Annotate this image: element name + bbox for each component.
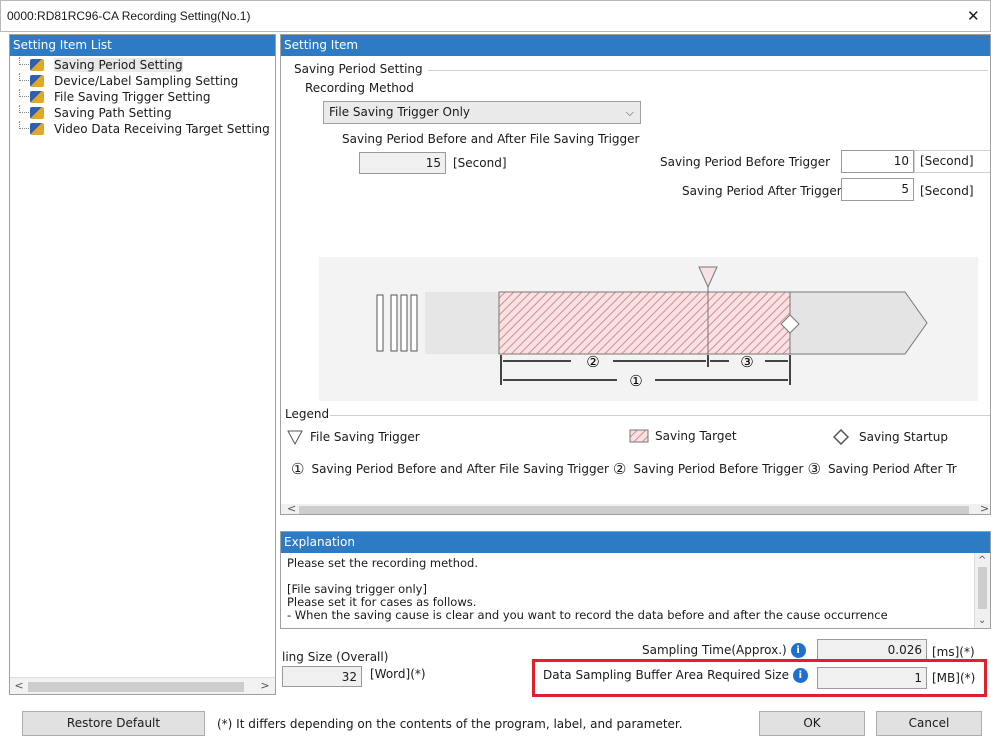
saving-period-diagram: ② ③ ①: [319, 257, 978, 401]
scroll-thumb[interactable]: [299, 506, 969, 514]
scroll-thumb[interactable]: [28, 682, 244, 692]
tree-item-device-label-sampling[interactable]: Device/Label Sampling Setting: [10, 73, 275, 89]
legend-numbered-row: ① Saving Period Before and After File Sa…: [291, 460, 957, 478]
period-before-after-label: Saving Period Before and After File Savi…: [342, 132, 640, 146]
scroll-left-icon[interactable]: <: [287, 502, 296, 514]
scroll-up-icon[interactable]: ^: [978, 555, 986, 566]
before-trigger-label: Saving Period Before Trigger: [660, 155, 831, 169]
restore-default-button[interactable]: Restore Default: [22, 711, 205, 736]
trigger-legend-icon: [287, 430, 303, 445]
sampling-size-field: 32: [282, 666, 362, 687]
after-trigger-unit: [Second]: [920, 184, 974, 198]
tree-item-video-data-receiving[interactable]: Video Data Receiving Target Setting: [10, 121, 275, 137]
cancel-button[interactable]: Cancel: [876, 711, 982, 736]
setting-icon: [30, 107, 44, 119]
setting-item-list-header: Setting Item List: [10, 35, 275, 56]
scroll-thumb[interactable]: [978, 567, 987, 609]
legend-2: ②: [612, 460, 627, 478]
setting-icon: [30, 75, 44, 87]
sampling-time-field: 0.026: [817, 639, 927, 661]
setting-icon: [30, 59, 44, 71]
explanation-panel: Explanation Please set the recording met…: [280, 531, 991, 629]
setting-tree: Saving Period Setting Device/Label Sampl…: [10, 57, 275, 137]
tree-item-file-saving-trigger[interactable]: File Saving Trigger Setting: [10, 89, 275, 105]
legend-title: Legend: [285, 407, 330, 421]
diagram-label-1: ①: [629, 372, 642, 390]
right-horizontal-scrollbar[interactable]: < >: [281, 502, 990, 514]
legend-saving-target: Saving Target: [629, 429, 737, 443]
recording-method-select[interactable]: File Saving Trigger Only ⌵: [323, 101, 641, 124]
explanation-header: Explanation: [281, 532, 990, 553]
saving-target-area: [498, 291, 791, 355]
after-trigger-label: Saving Period After Trigger: [682, 184, 842, 198]
title-bar: 0000:RD81RC96-CA Recording Setting(No.1)…: [0, 0, 991, 32]
recording-method-label: Recording Method: [305, 81, 414, 95]
group-divider: [428, 70, 988, 71]
legend-saving-startup: Saving Startup: [833, 429, 948, 445]
period-before-after-field: 15: [359, 152, 446, 174]
sampling-size-unit: [Word](*): [370, 667, 426, 681]
legend-1: ①: [291, 460, 305, 478]
diagram-label-2: ②: [586, 353, 599, 371]
period-diagram-svg: ② ③ ①: [376, 266, 928, 390]
info-icon[interactable]: i: [790, 643, 806, 658]
tree-item-saving-period[interactable]: Saving Period Setting: [10, 57, 275, 73]
trigger-marker-icon: [698, 266, 718, 289]
setting-icon: [30, 123, 44, 135]
unit-second-label: [Second]: [453, 156, 507, 170]
past-bars: [376, 294, 418, 352]
window-title: 0000:RD81RC96-CA Recording Setting(No.1): [7, 9, 251, 23]
scroll-right-icon[interactable]: >: [980, 502, 989, 514]
tree-item-saving-path[interactable]: Saving Path Setting: [10, 105, 275, 121]
highlight-box: [532, 659, 987, 697]
legend-3: ③: [807, 460, 821, 478]
explanation-vertical-scrollbar[interactable]: ^ ⌄: [974, 553, 990, 628]
chevron-down-icon: ⌵: [625, 106, 634, 119]
ok-button[interactable]: OK: [759, 711, 865, 736]
after-trigger-input[interactable]: 5: [841, 178, 914, 201]
setting-item-list-panel: Setting Item List Saving Period Setting …: [9, 34, 276, 695]
setting-item-panel: Setting Item Saving Period Setting Recor…: [280, 34, 991, 515]
scroll-left-icon[interactable]: <: [12, 679, 26, 692]
faded-area: [425, 292, 499, 354]
before-trigger-unit-select[interactable]: [Second]: [914, 150, 990, 173]
diamond-legend-icon: [833, 429, 849, 445]
scroll-right-icon[interactable]: >: [258, 679, 272, 692]
legend-divider: [330, 415, 990, 416]
legend-file-saving-trigger: File Saving Trigger: [286, 429, 420, 445]
footnote-text: (*) It differs depending on the contents…: [217, 717, 683, 731]
sampling-size-label: ling Size (Overall): [282, 650, 389, 664]
scroll-down-icon[interactable]: ⌄: [978, 615, 986, 626]
close-icon[interactable]: ✕: [967, 7, 980, 25]
hatch-legend-icon: [629, 429, 649, 443]
sampling-time-unit: [ms](*): [932, 645, 975, 659]
saving-period-group-title: Saving Period Setting: [294, 62, 423, 76]
sampling-time-label: Sampling Time(Approx.) i: [642, 643, 806, 658]
left-horizontal-scrollbar[interactable]: < >: [10, 677, 275, 694]
before-trigger-input[interactable]: 10: [841, 150, 914, 173]
setting-item-header: Setting Item: [281, 35, 990, 56]
setting-icon: [30, 91, 44, 103]
diagram-label-3: ③: [740, 353, 753, 371]
explanation-text: Please set the recording method. [File s…: [287, 556, 888, 622]
